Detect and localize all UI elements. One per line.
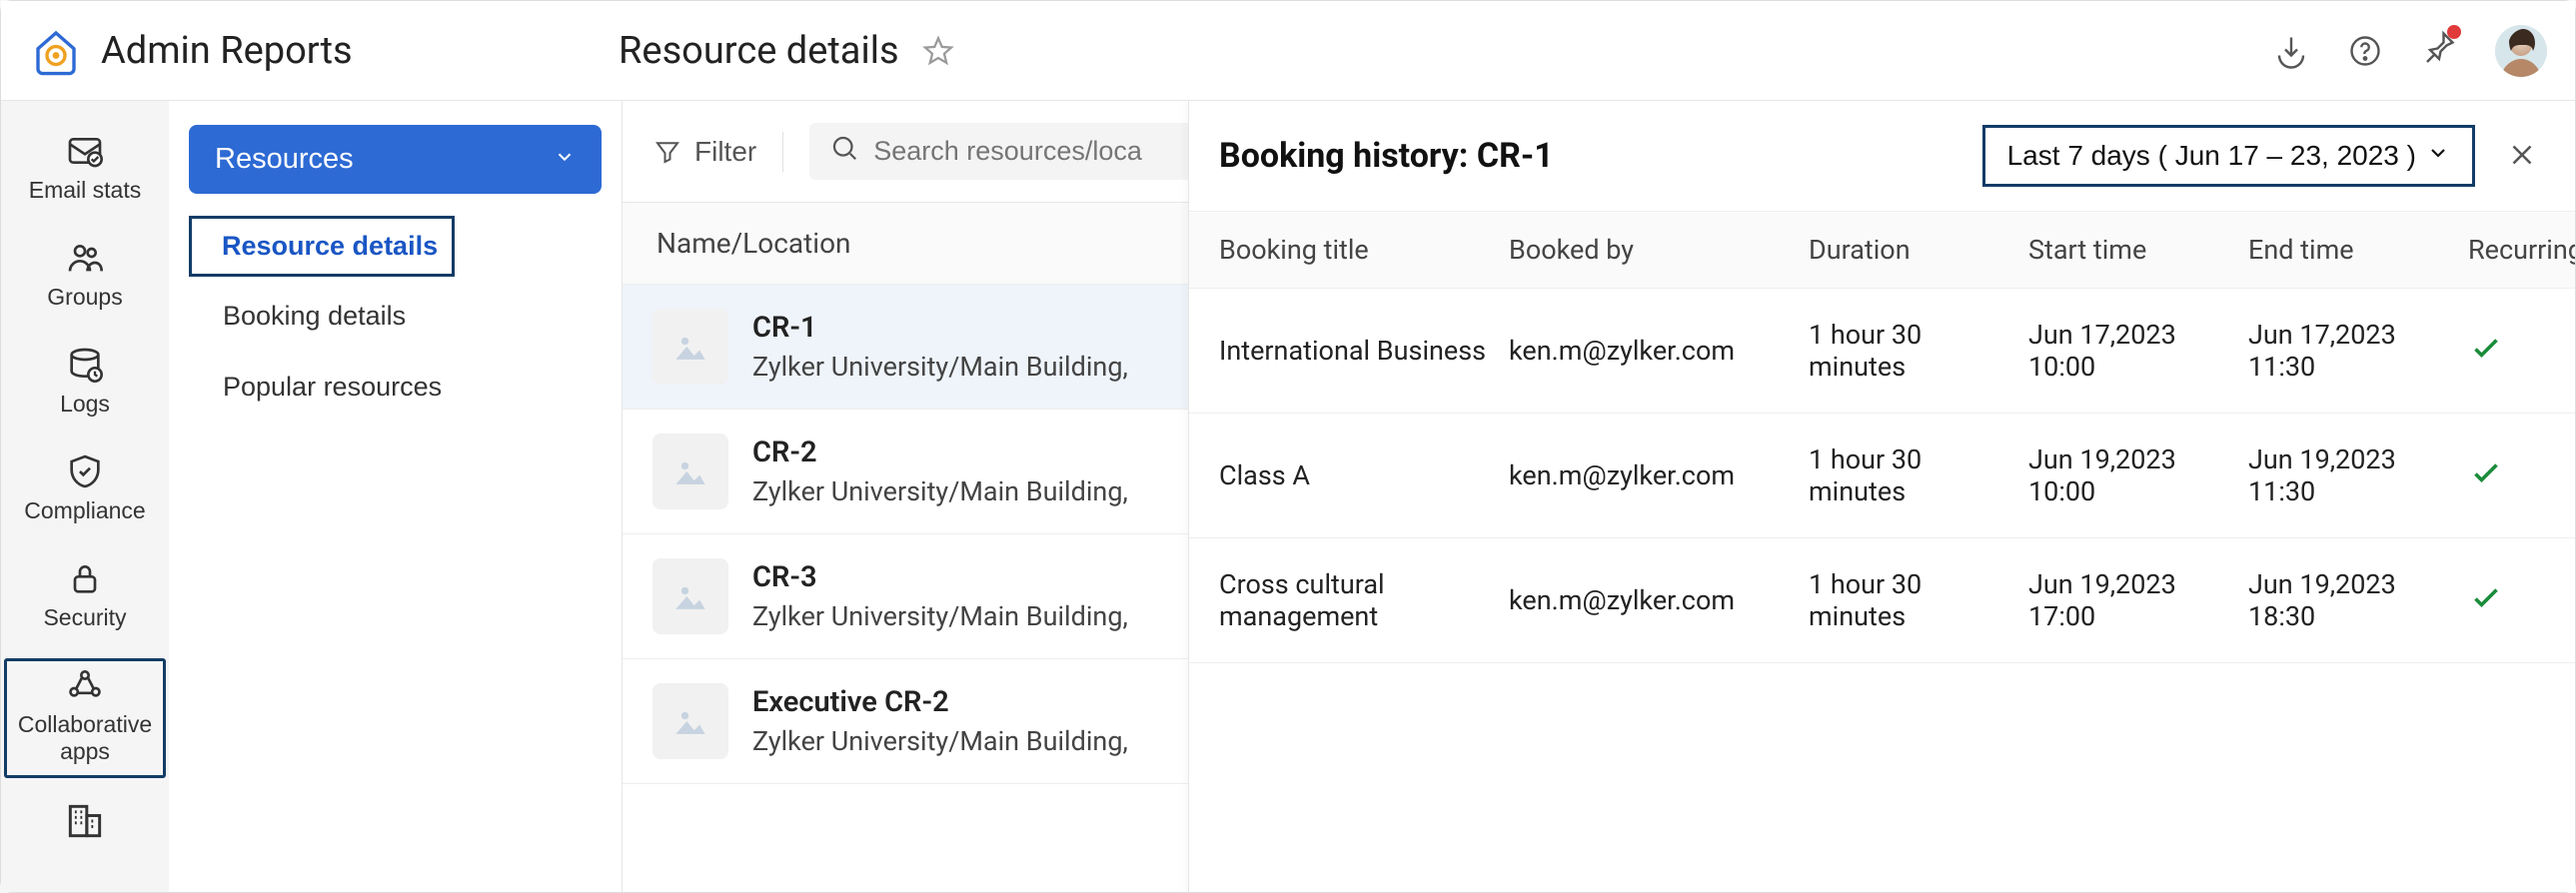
panel-title: Booking history: CR-1 bbox=[1219, 136, 1554, 176]
booking-row: Cross cultural management ken.m@zylker.c… bbox=[1189, 538, 2575, 663]
rail-item-label: Email stats bbox=[29, 177, 141, 204]
recurring-check-icon bbox=[2468, 330, 2575, 373]
cell-end: Jun 19,2023 11:30 bbox=[2248, 444, 2468, 507]
booking-row: International Business ken.m@zylker.com … bbox=[1189, 289, 2575, 414]
sidebar-item-popular-resources[interactable]: Popular resources bbox=[189, 356, 602, 419]
app-logo-icon bbox=[29, 24, 83, 78]
resource-name: Executive CR-2 bbox=[752, 685, 1128, 719]
cell-start: Jun 19,2023 10:00 bbox=[2028, 444, 2248, 507]
app-header: Admin Reports Resource details bbox=[1, 1, 2575, 101]
rail-item-label: Groups bbox=[47, 284, 122, 311]
chevron-down-icon bbox=[2426, 140, 2450, 172]
date-range-button[interactable]: Last 7 days ( Jun 17 – 23, 2023 ) bbox=[1982, 125, 2475, 187]
notification-dot-icon bbox=[2447, 25, 2461, 39]
cell-duration: 1 hour 30 minutes bbox=[1809, 444, 2028, 507]
icon-rail: Email stats Groups Logs bbox=[1, 101, 169, 892]
image-placeholder-icon bbox=[652, 309, 728, 385]
filter-label: Filter bbox=[694, 136, 756, 168]
cell-duration: 1 hour 30 minutes bbox=[1809, 319, 2028, 383]
app-title: Admin Reports bbox=[101, 29, 353, 73]
panel-table-header: Booking title Booked by Duration Start t… bbox=[1189, 212, 2575, 289]
rail-item-label: Security bbox=[43, 604, 126, 631]
sidebar-accordion-resources[interactable]: Resources bbox=[189, 125, 602, 194]
image-placeholder-icon bbox=[652, 434, 728, 509]
cell-title: International Business bbox=[1219, 335, 1509, 367]
resource-name: CR-3 bbox=[752, 560, 1128, 594]
rail-item-label: Collaborative apps bbox=[5, 711, 165, 765]
close-button[interactable] bbox=[2499, 132, 2545, 181]
sidebar-accordion-label: Resources bbox=[215, 143, 354, 176]
cell-booked-by: ken.m@zylker.com bbox=[1509, 459, 1809, 491]
rail-item-logs[interactable]: Logs bbox=[1, 335, 169, 434]
booking-row: Class A ken.m@zylker.com 1 hour 30 minut… bbox=[1189, 414, 2575, 538]
cell-booked-by: ken.m@zylker.com bbox=[1509, 335, 1809, 367]
cell-title: Class A bbox=[1219, 459, 1509, 491]
rail-item-groups[interactable]: Groups bbox=[1, 228, 169, 327]
help-button[interactable] bbox=[2347, 33, 2383, 69]
chevron-down-icon bbox=[554, 143, 576, 176]
search-input[interactable] bbox=[873, 136, 1227, 167]
download-button[interactable] bbox=[2273, 33, 2309, 69]
cell-end: Jun 17,2023 11:30 bbox=[2248, 319, 2468, 383]
search-icon bbox=[829, 133, 859, 170]
image-placeholder-icon bbox=[652, 558, 728, 634]
search-field[interactable] bbox=[809, 123, 1247, 180]
col-booking-title: Booking title bbox=[1219, 234, 1509, 266]
rail-item-compliance[interactable]: Compliance bbox=[1, 442, 169, 540]
cell-duration: 1 hour 30 minutes bbox=[1809, 568, 2028, 632]
col-booked-by: Booked by bbox=[1509, 234, 1809, 266]
date-range-label: Last 7 days ( Jun 17 – 23, 2023 ) bbox=[2007, 140, 2416, 172]
resource-location: Zylker University/Main Building, bbox=[752, 351, 1128, 383]
sidebar: Resources Resource details Booking detai… bbox=[169, 101, 623, 892]
rail-item-org[interactable] bbox=[1, 789, 169, 851]
avatar[interactable] bbox=[2495, 25, 2547, 77]
cell-end: Jun 19,2023 18:30 bbox=[2248, 568, 2468, 632]
rail-item-label: Compliance bbox=[24, 497, 145, 524]
booking-history-panel: Booking history: CR-1 Last 7 days ( Jun … bbox=[1188, 101, 2575, 892]
rail-item-collaborative-apps[interactable]: Collaborative apps bbox=[1, 655, 169, 781]
col-start: Start time bbox=[2028, 234, 2248, 266]
divider bbox=[782, 132, 783, 172]
image-placeholder-icon bbox=[652, 683, 728, 759]
col-recurring: Recurring bbox=[2468, 234, 2575, 266]
resource-location: Zylker University/Main Building, bbox=[752, 475, 1128, 507]
rail-item-email-stats[interactable]: Email stats bbox=[1, 121, 169, 220]
content: Filter Name/Location bbox=[623, 101, 2575, 892]
resource-location: Zylker University/Main Building, bbox=[752, 725, 1128, 757]
rail-item-security[interactable]: Security bbox=[1, 548, 169, 647]
filter-button[interactable]: Filter bbox=[652, 136, 756, 168]
page-title: Resource details bbox=[619, 29, 899, 73]
recurring-check-icon bbox=[2468, 579, 2575, 622]
resource-name: CR-1 bbox=[752, 311, 1128, 345]
cell-booked-by: ken.m@zylker.com bbox=[1509, 584, 1809, 616]
resource-name: CR-2 bbox=[752, 436, 1128, 469]
cell-start: Jun 17,2023 10:00 bbox=[2028, 319, 2248, 383]
cell-title: Cross cultural management bbox=[1219, 568, 1509, 632]
recurring-check-icon bbox=[2468, 454, 2575, 497]
col-end: End time bbox=[2248, 234, 2468, 266]
col-duration: Duration bbox=[1809, 234, 2028, 266]
sidebar-item-resource-details[interactable]: Resource details bbox=[189, 216, 455, 277]
sidebar-item-booking-details[interactable]: Booking details bbox=[189, 285, 602, 348]
favorite-button[interactable] bbox=[917, 30, 959, 72]
rail-item-label: Logs bbox=[60, 391, 110, 418]
cell-start: Jun 19,2023 17:00 bbox=[2028, 568, 2248, 632]
resource-location: Zylker University/Main Building, bbox=[752, 600, 1128, 632]
